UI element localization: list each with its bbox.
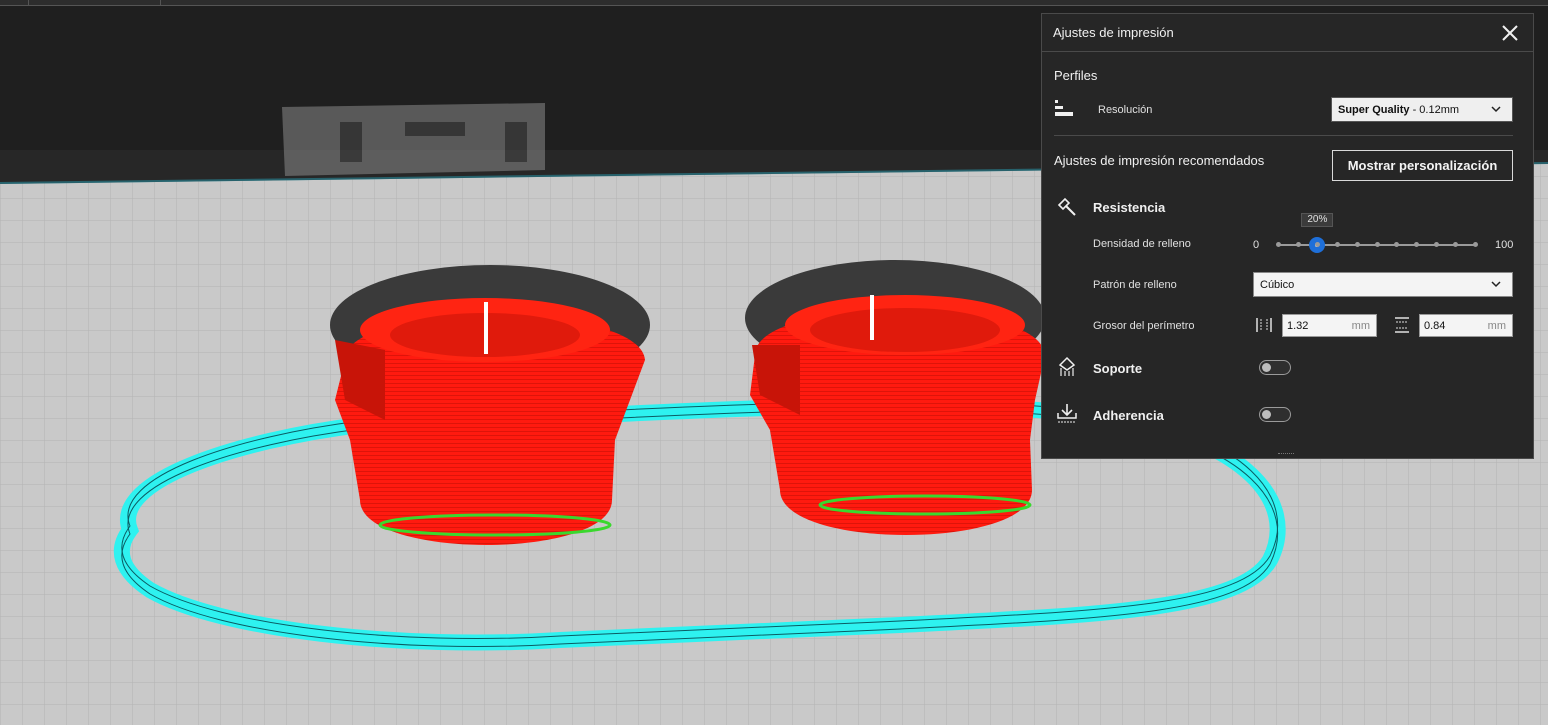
adhesion-toggle[interactable] xyxy=(1259,407,1291,422)
panel-resize-grip[interactable] xyxy=(1278,453,1294,456)
slider-tick xyxy=(1433,242,1439,247)
panel-header: Ajustes de impresión xyxy=(1042,14,1533,52)
support-icon xyxy=(1058,356,1076,376)
support-toggle[interactable] xyxy=(1259,360,1291,375)
slider-tick xyxy=(1394,242,1400,247)
slider-tick xyxy=(1295,242,1301,247)
infill-value-tooltip: 20% xyxy=(1301,213,1334,227)
infill-pattern-value: Cúbico xyxy=(1260,279,1295,291)
close-icon xyxy=(1502,25,1518,41)
slider-tick xyxy=(1453,242,1459,247)
resolution-dropdown[interactable]: Super Quality - 0.12mm xyxy=(1331,97,1513,122)
infill-pattern-label: Patrón de relleno xyxy=(1093,279,1177,291)
resolution-value-name: Super Quality xyxy=(1338,104,1410,116)
recommended-label: Ajustes de impresión recomendados xyxy=(1054,153,1265,168)
top-bottom-thickness-unit: mm xyxy=(1487,320,1506,332)
resolution-value-detail: - 0.12mm xyxy=(1409,104,1460,116)
panel-title: Ajustes de impresión xyxy=(1053,25,1174,40)
wall-thickness-input[interactable]: 1.32 mm xyxy=(1282,314,1377,337)
profiles-label: Perfiles xyxy=(1054,68,1098,83)
divider xyxy=(1054,135,1513,136)
ghost-object xyxy=(282,103,545,176)
slider-tick xyxy=(1413,242,1419,247)
hammer-icon xyxy=(1057,197,1076,216)
slider-tick xyxy=(1276,242,1281,247)
wall-thickness-value: 1.32 xyxy=(1287,320,1309,332)
top-bottom-thickness-value: 0.84 xyxy=(1424,320,1446,332)
wall-thickness-unit: mm xyxy=(1351,320,1370,332)
slider-tick xyxy=(1354,242,1360,247)
slider-tick xyxy=(1473,242,1478,247)
chevron-down-icon xyxy=(1491,281,1501,288)
wall-thickness-icon xyxy=(1256,318,1272,332)
top-bottom-thickness-input[interactable]: 0.84 mm xyxy=(1419,314,1513,337)
resolution-label: Resolución xyxy=(1098,104,1153,116)
resolution-icon xyxy=(1055,100,1073,116)
infill-min-label: 0 xyxy=(1253,239,1260,251)
slider-tick xyxy=(1335,242,1341,247)
infill-density-label: Densidad de relleno xyxy=(1093,238,1191,250)
strength-label: Resistencia xyxy=(1093,200,1166,215)
top-bottom-thickness-icon xyxy=(1395,317,1409,333)
top-toolbar-strip xyxy=(0,0,1548,6)
show-custom-button[interactable]: Mostrar personalización xyxy=(1332,150,1513,181)
infill-pattern-dropdown[interactable]: Cúbico xyxy=(1253,272,1513,297)
model-right[interactable] xyxy=(745,260,1045,535)
infill-max-label: 100 xyxy=(1495,239,1514,251)
adhesion-label: Adherencia xyxy=(1093,408,1164,423)
chevron-down-icon xyxy=(1491,106,1501,113)
wall-thickness-label: Grosor del perímetro xyxy=(1093,320,1195,332)
close-button[interactable] xyxy=(1499,22,1521,44)
print-settings-panel: Ajustes de impresión Perfiles Resolución… xyxy=(1041,13,1534,459)
model-left[interactable] xyxy=(330,265,650,545)
support-label: Soporte xyxy=(1093,361,1143,376)
adhesion-icon xyxy=(1057,404,1077,423)
slider-tick xyxy=(1374,242,1380,247)
